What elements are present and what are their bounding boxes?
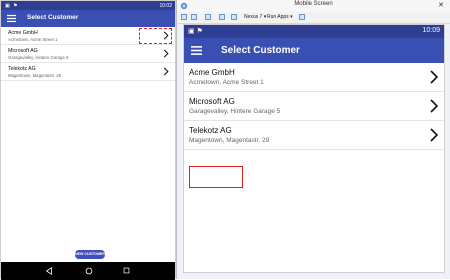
- customer-list: Acme GmbH Acmetown, Acme Street 1 Micros…: [184, 63, 444, 150]
- hamburger-menu-icon[interactable]: [191, 45, 202, 56]
- status-bar: ▣ ⚑ 10:02: [1, 1, 175, 10]
- status-left-icons: ▣ ⚑: [5, 2, 19, 9]
- customer-address: Garagevalley, Hintere Garage 5: [189, 108, 281, 115]
- customer-address: Acmetown, Acme Street 1: [8, 37, 58, 42]
- back-triangle-icon[interactable]: [45, 267, 53, 275]
- customer-name: Microsoft AG: [189, 97, 235, 106]
- run-apps-dropdown[interactable]: Run Apps ▾: [267, 14, 293, 20]
- customer-address: Magentown, Magentastr. 29: [189, 137, 270, 144]
- hamburger-menu-icon[interactable]: [7, 14, 16, 23]
- customer-row-microsoft[interactable]: Microsoft AG Garagevalley, Hintere Garag…: [1, 45, 175, 63]
- customer-row-telekotz[interactable]: Telekotz AG Magentown, Magentastr. 29: [184, 121, 444, 150]
- device-screen: ▣ ⚑ 10:09 Select Customer Acme GmbH Acme…: [183, 24, 445, 273]
- customer-name: Microsoft AG: [8, 48, 38, 54]
- chevron-right-icon[interactable]: [430, 128, 438, 142]
- customer-row-microsoft[interactable]: Microsoft AG Garagevalley, Hintere Garag…: [184, 92, 444, 121]
- app-bar: Select Customer: [1, 10, 175, 27]
- toolbar-icon[interactable]: [191, 14, 197, 20]
- recents-square-icon[interactable]: [123, 267, 130, 274]
- toolbar-icon[interactable]: [205, 14, 211, 20]
- toolbar-icon[interactable]: [181, 14, 187, 20]
- toolbar-icon[interactable]: [299, 14, 305, 20]
- customer-name: Acme GmbH: [8, 30, 38, 36]
- window-title: Mobile Screen: [294, 1, 333, 7]
- toolbar-icon[interactable]: [231, 14, 237, 20]
- new-customer-button[interactable]: NEW CUSTOMER: [75, 250, 105, 259]
- device-dropdown[interactable]: Nexus 7 ▾: [244, 14, 266, 20]
- customer-name: Telekotz AG: [189, 126, 232, 135]
- mobile-screen-window: Mobile Screen ✕ Nexus 7 ▾ Run Apps ▾ ▣ ⚑…: [176, 0, 450, 279]
- status-left-icons: ▣ ⚑: [188, 28, 203, 35]
- status-time: 10:09: [422, 27, 440, 34]
- status-bar: ▣ ⚑ 10:09: [184, 25, 444, 38]
- customer-address: Acmetown, Acme Street 1: [189, 79, 264, 86]
- app-bar: Select Customer: [184, 38, 444, 63]
- customer-row-telekotz[interactable]: Telekotz AG Magentown, Magentastr. 29: [1, 63, 175, 81]
- chevron-right-icon[interactable]: [163, 67, 169, 76]
- toolbar-icon[interactable]: [219, 14, 225, 20]
- chevron-right-icon[interactable]: [163, 49, 169, 58]
- customer-row-acme[interactable]: Acme GmbH Acmetown, Acme Street 1: [184, 63, 444, 92]
- close-icon[interactable]: ✕: [438, 1, 444, 9]
- customer-name: Telekotz AG: [8, 66, 36, 72]
- selection-outline: [189, 166, 243, 188]
- selection-outline: [139, 28, 172, 44]
- page-title: Select Customer: [27, 14, 79, 21]
- customer-name: Acme GmbH: [189, 68, 235, 77]
- page-title: Select Customer: [221, 45, 300, 56]
- android-nav-bar: [1, 262, 175, 280]
- window-toolbar: Nexus 7 ▾ Run Apps ▾: [177, 12, 450, 24]
- customer-address: Magentown, Magentastr. 29: [8, 73, 62, 78]
- customer-address: Garagevalley, Hintere Garage 5: [8, 55, 69, 60]
- status-time: 10:02: [159, 2, 172, 9]
- left-phone: ▣ ⚑ 10:02 Select Customer Acme GmbH Acme…: [0, 0, 176, 280]
- chevron-right-icon[interactable]: [430, 99, 438, 113]
- chevron-right-icon[interactable]: [430, 70, 438, 84]
- home-circle-icon[interactable]: [85, 267, 93, 275]
